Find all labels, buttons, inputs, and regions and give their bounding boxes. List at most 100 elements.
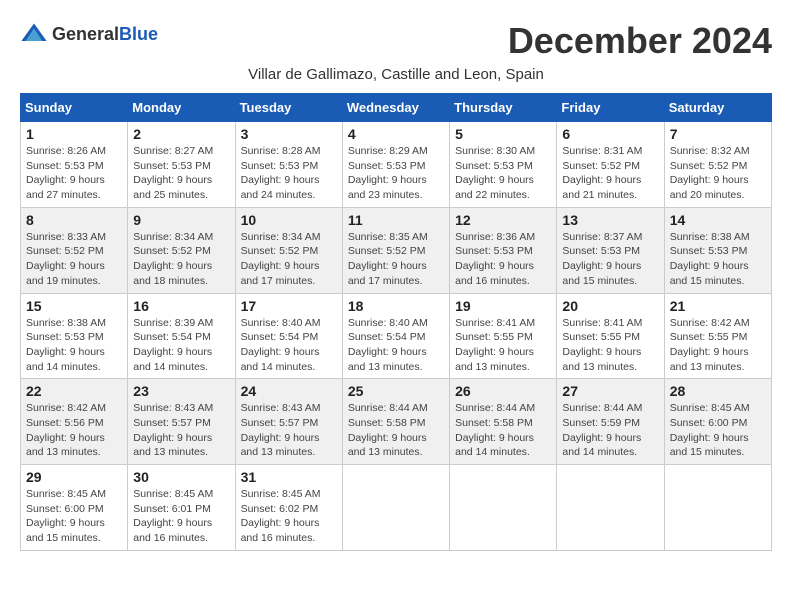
day-detail: Sunrise: 8:29 AMSunset: 5:53 PMDaylight:… — [348, 145, 428, 201]
calendar-cell: 2 Sunrise: 8:27 AMSunset: 5:53 PMDayligh… — [128, 122, 235, 208]
logo-general: General — [52, 24, 119, 44]
calendar-week-4: 22 Sunrise: 8:42 AMSunset: 5:56 PMDaylig… — [21, 379, 772, 465]
calendar-cell: 31 Sunrise: 8:45 AMSunset: 6:02 PMDaylig… — [235, 465, 342, 551]
day-number: 2 — [133, 126, 229, 142]
day-detail: Sunrise: 8:36 AMSunset: 5:53 PMDaylight:… — [455, 231, 535, 287]
day-number: 25 — [348, 383, 444, 399]
day-detail: Sunrise: 8:28 AMSunset: 5:53 PMDaylight:… — [241, 145, 321, 201]
day-detail: Sunrise: 8:40 AMSunset: 5:54 PMDaylight:… — [348, 317, 428, 373]
calendar-cell: 18 Sunrise: 8:40 AMSunset: 5:54 PMDaylig… — [342, 293, 449, 379]
day-number: 14 — [670, 212, 766, 228]
day-number: 10 — [241, 212, 337, 228]
calendar-cell — [664, 465, 771, 551]
day-detail: Sunrise: 8:42 AMSunset: 5:55 PMDaylight:… — [670, 317, 750, 373]
calendar-cell: 4 Sunrise: 8:29 AMSunset: 5:53 PMDayligh… — [342, 122, 449, 208]
day-number: 12 — [455, 212, 551, 228]
day-number: 21 — [670, 298, 766, 314]
day-detail: Sunrise: 8:30 AMSunset: 5:53 PMDaylight:… — [455, 145, 535, 201]
calendar-cell: 17 Sunrise: 8:40 AMSunset: 5:54 PMDaylig… — [235, 293, 342, 379]
day-detail: Sunrise: 8:37 AMSunset: 5:53 PMDaylight:… — [562, 231, 642, 287]
subtitle: Villar de Gallimazo, Castille and Leon, … — [20, 66, 772, 83]
day-detail: Sunrise: 8:41 AMSunset: 5:55 PMDaylight:… — [455, 317, 535, 373]
calendar-cell: 12 Sunrise: 8:36 AMSunset: 5:53 PMDaylig… — [450, 207, 557, 293]
calendar-cell: 26 Sunrise: 8:44 AMSunset: 5:58 PMDaylig… — [450, 379, 557, 465]
day-number: 24 — [241, 383, 337, 399]
day-number: 23 — [133, 383, 229, 399]
day-detail: Sunrise: 8:39 AMSunset: 5:54 PMDaylight:… — [133, 317, 213, 373]
day-detail: Sunrise: 8:43 AMSunset: 5:57 PMDaylight:… — [241, 402, 321, 458]
calendar-cell: 24 Sunrise: 8:43 AMSunset: 5:57 PMDaylig… — [235, 379, 342, 465]
day-number: 8 — [26, 212, 122, 228]
calendar-cell: 11 Sunrise: 8:35 AMSunset: 5:52 PMDaylig… — [342, 207, 449, 293]
calendar-week-3: 15 Sunrise: 8:38 AMSunset: 5:53 PMDaylig… — [21, 293, 772, 379]
day-number: 27 — [562, 383, 658, 399]
logo: GeneralBlue — [20, 20, 158, 48]
calendar-cell: 30 Sunrise: 8:45 AMSunset: 6:01 PMDaylig… — [128, 465, 235, 551]
calendar-cell — [342, 465, 449, 551]
day-detail: Sunrise: 8:33 AMSunset: 5:52 PMDaylight:… — [26, 231, 106, 287]
day-number: 13 — [562, 212, 658, 228]
day-number: 22 — [26, 383, 122, 399]
day-number: 1 — [26, 126, 122, 142]
calendar-cell: 20 Sunrise: 8:41 AMSunset: 5:55 PMDaylig… — [557, 293, 664, 379]
calendar-cell: 21 Sunrise: 8:42 AMSunset: 5:55 PMDaylig… — [664, 293, 771, 379]
weekday-header-wednesday: Wednesday — [342, 94, 449, 122]
day-number: 4 — [348, 126, 444, 142]
logo-icon — [20, 20, 48, 48]
calendar-cell: 27 Sunrise: 8:44 AMSunset: 5:59 PMDaylig… — [557, 379, 664, 465]
day-number: 20 — [562, 298, 658, 314]
calendar-cell: 5 Sunrise: 8:30 AMSunset: 5:53 PMDayligh… — [450, 122, 557, 208]
calendar-cell: 28 Sunrise: 8:45 AMSunset: 6:00 PMDaylig… — [664, 379, 771, 465]
day-detail: Sunrise: 8:44 AMSunset: 5:59 PMDaylight:… — [562, 402, 642, 458]
day-number: 26 — [455, 383, 551, 399]
day-number: 28 — [670, 383, 766, 399]
day-number: 18 — [348, 298, 444, 314]
day-detail: Sunrise: 8:43 AMSunset: 5:57 PMDaylight:… — [133, 402, 213, 458]
calendar-cell: 8 Sunrise: 8:33 AMSunset: 5:52 PMDayligh… — [21, 207, 128, 293]
calendar-cell: 16 Sunrise: 8:39 AMSunset: 5:54 PMDaylig… — [128, 293, 235, 379]
day-number: 15 — [26, 298, 122, 314]
day-number: 16 — [133, 298, 229, 314]
weekday-header-tuesday: Tuesday — [235, 94, 342, 122]
calendar-cell: 29 Sunrise: 8:45 AMSunset: 6:00 PMDaylig… — [21, 465, 128, 551]
day-detail: Sunrise: 8:38 AMSunset: 5:53 PMDaylight:… — [670, 231, 750, 287]
day-detail: Sunrise: 8:35 AMSunset: 5:52 PMDaylight:… — [348, 231, 428, 287]
day-number: 19 — [455, 298, 551, 314]
weekday-header-row: SundayMondayTuesdayWednesdayThursdayFrid… — [21, 94, 772, 122]
weekday-header-sunday: Sunday — [21, 94, 128, 122]
day-number: 29 — [26, 469, 122, 485]
day-detail: Sunrise: 8:27 AMSunset: 5:53 PMDaylight:… — [133, 145, 213, 201]
day-detail: Sunrise: 8:40 AMSunset: 5:54 PMDaylight:… — [241, 317, 321, 373]
day-number: 11 — [348, 212, 444, 228]
day-detail: Sunrise: 8:26 AMSunset: 5:53 PMDaylight:… — [26, 145, 106, 201]
calendar-cell: 10 Sunrise: 8:34 AMSunset: 5:52 PMDaylig… — [235, 207, 342, 293]
calendar-cell: 15 Sunrise: 8:38 AMSunset: 5:53 PMDaylig… — [21, 293, 128, 379]
day-number: 17 — [241, 298, 337, 314]
day-number: 31 — [241, 469, 337, 485]
weekday-header-monday: Monday — [128, 94, 235, 122]
day-detail: Sunrise: 8:44 AMSunset: 5:58 PMDaylight:… — [455, 402, 535, 458]
calendar-cell: 9 Sunrise: 8:34 AMSunset: 5:52 PMDayligh… — [128, 207, 235, 293]
calendar-cell: 22 Sunrise: 8:42 AMSunset: 5:56 PMDaylig… — [21, 379, 128, 465]
calendar-cell: 19 Sunrise: 8:41 AMSunset: 5:55 PMDaylig… — [450, 293, 557, 379]
calendar-cell: 7 Sunrise: 8:32 AMSunset: 5:52 PMDayligh… — [664, 122, 771, 208]
calendar-cell: 14 Sunrise: 8:38 AMSunset: 5:53 PMDaylig… — [664, 207, 771, 293]
calendar-cell — [557, 465, 664, 551]
day-detail: Sunrise: 8:38 AMSunset: 5:53 PMDaylight:… — [26, 317, 106, 373]
calendar-week-2: 8 Sunrise: 8:33 AMSunset: 5:52 PMDayligh… — [21, 207, 772, 293]
day-number: 9 — [133, 212, 229, 228]
calendar-cell: 1 Sunrise: 8:26 AMSunset: 5:53 PMDayligh… — [21, 122, 128, 208]
header: GeneralBlue December 2024 — [20, 20, 772, 62]
day-detail: Sunrise: 8:34 AMSunset: 5:52 PMDaylight:… — [241, 231, 321, 287]
day-detail: Sunrise: 8:31 AMSunset: 5:52 PMDaylight:… — [562, 145, 642, 201]
day-detail: Sunrise: 8:34 AMSunset: 5:52 PMDaylight:… — [133, 231, 213, 287]
day-number: 6 — [562, 126, 658, 142]
weekday-header-saturday: Saturday — [664, 94, 771, 122]
day-detail: Sunrise: 8:45 AMSunset: 6:02 PMDaylight:… — [241, 488, 321, 544]
weekday-header-thursday: Thursday — [450, 94, 557, 122]
calendar-cell: 13 Sunrise: 8:37 AMSunset: 5:53 PMDaylig… — [557, 207, 664, 293]
day-detail: Sunrise: 8:45 AMSunset: 6:00 PMDaylight:… — [670, 402, 750, 458]
calendar-table: SundayMondayTuesdayWednesdayThursdayFrid… — [20, 93, 772, 551]
month-title: December 2024 — [508, 20, 772, 62]
weekday-header-friday: Friday — [557, 94, 664, 122]
